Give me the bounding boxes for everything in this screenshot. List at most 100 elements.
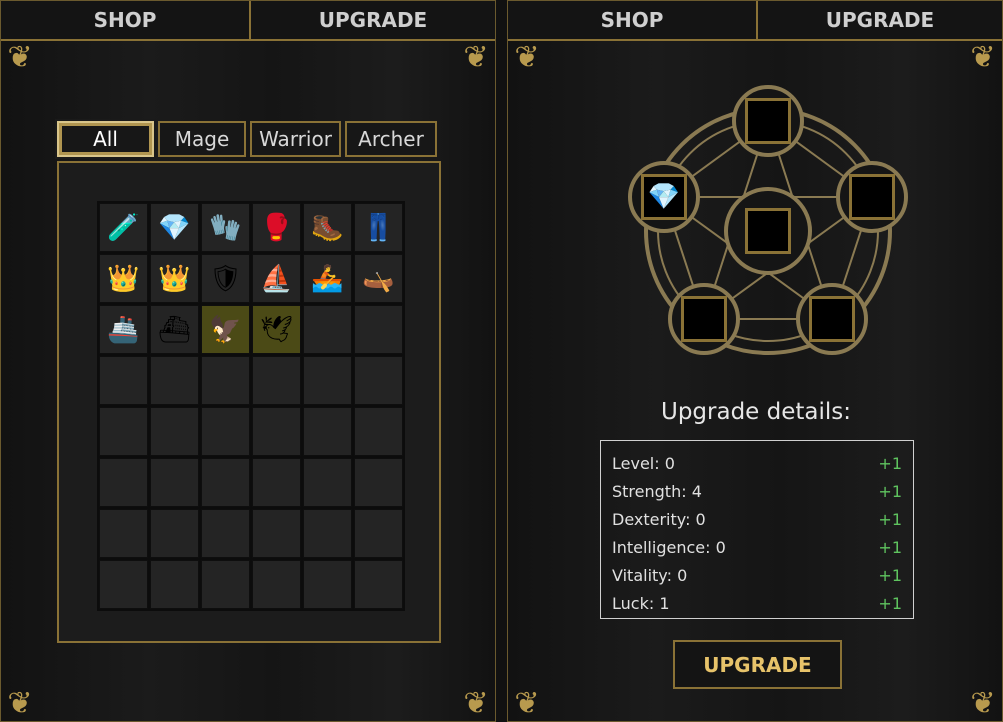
diamond-ore-icon: 💎 xyxy=(647,182,681,212)
filter-mage[interactable]: Mage xyxy=(158,121,246,157)
inventory-slot-item[interactable]: ⛵ xyxy=(252,254,301,303)
upgrade-slot-bottom-left[interactable] xyxy=(681,296,727,342)
filter-archer[interactable]: Archer xyxy=(345,121,437,157)
inventory-slot-empty[interactable] xyxy=(303,305,352,354)
upgrade-slot-top[interactable] xyxy=(745,98,791,144)
inventory-slot-empty[interactable] xyxy=(201,356,250,405)
stat-bonus: +1 xyxy=(878,453,902,473)
inventory-slot-empty[interactable] xyxy=(252,560,301,609)
green-glove-icon: 🧤 xyxy=(209,212,242,243)
shop-panel: SHOP UPGRADE ❦ ❦ ❦ ❦ All Mage Warrior Ar… xyxy=(0,0,496,722)
inventory-slot-empty[interactable] xyxy=(150,560,199,609)
stat-row: Dexterity: 0 +1 xyxy=(612,505,902,533)
inventory-slot-item[interactable]: 🦅 xyxy=(201,305,250,354)
inventory-slot-empty[interactable] xyxy=(99,509,148,558)
inventory-slot-empty[interactable] xyxy=(201,509,250,558)
upgrade-panel: SHOP UPGRADE ❦ ❦ ❦ ❦ 💎 🗡 Upgrade details… xyxy=(507,0,1003,722)
filter-all[interactable]: All xyxy=(55,119,156,159)
stat-row: Vitality: 0 +1 xyxy=(612,561,902,589)
inventory-slot-empty[interactable] xyxy=(303,458,352,507)
upgrade-slot-bottom-right[interactable] xyxy=(809,296,855,342)
inventory-slot-empty[interactable] xyxy=(354,356,403,405)
inventory-slot-empty[interactable] xyxy=(303,407,352,456)
inventory-slot-empty[interactable] xyxy=(99,458,148,507)
inventory-slot-item[interactable]: 🕊 xyxy=(252,305,301,354)
inventory-slot-empty[interactable] xyxy=(303,509,352,558)
stat-bonus: +1 xyxy=(878,509,902,529)
canoe-icon: 🛶 xyxy=(362,263,395,294)
inventory-slot-empty[interactable] xyxy=(252,458,301,507)
stat-row: Intelligence: 0 +1 xyxy=(612,533,902,561)
corner-ornament-icon: ❦ xyxy=(514,40,540,75)
inventory-slot-empty[interactable] xyxy=(354,407,403,456)
diamond-ore-icon: 💎 xyxy=(158,212,191,243)
inventory-slot-item[interactable]: 👑 xyxy=(99,254,148,303)
inventory-slot-empty[interactable] xyxy=(354,560,403,609)
red-wings-icon: 🦅 xyxy=(209,314,242,345)
inventory-slot-empty[interactable] xyxy=(354,458,403,507)
filter-warrior[interactable]: Warrior xyxy=(250,121,341,157)
tab-shop[interactable]: SHOP xyxy=(1,1,251,39)
wooden-shield-icon: 🛡 xyxy=(208,263,242,294)
tab-upgrade[interactable]: UPGRADE xyxy=(758,1,1002,39)
inventory-slot-empty[interactable] xyxy=(201,458,250,507)
stat-label: Level: 0 xyxy=(612,453,675,473)
tab-shop[interactable]: SHOP xyxy=(508,1,758,39)
upgrade-slot-center[interactable]: 🗡 xyxy=(745,208,791,254)
stat-row: Strength: 4 +1 xyxy=(612,477,902,505)
corner-ornament-icon: ❦ xyxy=(514,686,540,721)
inventory-slot-empty[interactable] xyxy=(354,509,403,558)
inventory-slot-empty[interactable] xyxy=(354,305,403,354)
inventory-frame: 🧪 💎 🧤 🥊 🥾 👖 👑 👑 🛡 ⛵ 🚣 🛶 🚢 ⛴ 🦅 🕊 xyxy=(57,161,441,643)
inventory-slot-empty[interactable] xyxy=(252,356,301,405)
stat-label: Strength: 4 xyxy=(612,481,702,501)
inventory-slot-item[interactable]: 🥾 xyxy=(303,203,352,252)
inventory-slot-empty[interactable] xyxy=(150,509,199,558)
rowboat-icon: 🚣 xyxy=(311,263,344,294)
jeweled-crown-icon: 👑 xyxy=(158,263,191,294)
inventory-slot-empty[interactable] xyxy=(150,458,199,507)
small-boat-icon: ⛵ xyxy=(260,263,293,294)
sword-icon: 🗡 xyxy=(751,216,785,246)
galleon-icon: 🚢 xyxy=(107,314,140,345)
inventory-slot-item[interactable]: 🛶 xyxy=(354,254,403,303)
inventory-slot-empty[interactable] xyxy=(201,407,250,456)
upgrade-button[interactable]: UPGRADE xyxy=(673,640,842,689)
inventory-slot-empty[interactable] xyxy=(201,560,250,609)
stat-label: Luck: 1 xyxy=(612,593,670,613)
stat-bonus: +1 xyxy=(878,481,902,501)
inventory-slot-item[interactable]: 🥊 xyxy=(252,203,301,252)
inventory-slot-item[interactable]: 👖 xyxy=(354,203,403,252)
corner-ornament-icon: ❦ xyxy=(463,686,489,721)
inventory-slot-empty[interactable] xyxy=(303,356,352,405)
inventory-slot-empty[interactable] xyxy=(150,356,199,405)
inventory-slot-empty[interactable] xyxy=(150,407,199,456)
inventory-slot-empty[interactable] xyxy=(252,407,301,456)
inventory-slot-item[interactable]: 🧪 xyxy=(99,203,148,252)
class-filter-tabs: All Mage Warrior Archer xyxy=(55,119,437,159)
inventory-slot-empty[interactable] xyxy=(99,560,148,609)
inventory-slot-empty[interactable] xyxy=(252,509,301,558)
stat-bonus: +1 xyxy=(878,593,902,613)
upgrade-details-title: Upgrade details: xyxy=(660,399,852,425)
inventory-slot-item[interactable]: 💎 xyxy=(150,203,199,252)
upgrade-slot-right[interactable] xyxy=(849,174,895,220)
inventory-slot-item[interactable]: 🧤 xyxy=(201,203,250,252)
inventory-slot-item[interactable]: 🚣 xyxy=(303,254,352,303)
inventory-slot-item[interactable]: 👑 xyxy=(150,254,199,303)
inventory-slot-item[interactable]: ⛴ xyxy=(150,305,199,354)
gauntlet-icon: 🥊 xyxy=(260,212,293,243)
tab-upgrade[interactable]: UPGRADE xyxy=(251,1,495,39)
corner-ornament-icon: ❦ xyxy=(7,686,33,721)
inventory-slot-item[interactable]: 🚢 xyxy=(99,305,148,354)
inventory-slot-empty[interactable] xyxy=(303,560,352,609)
inventory-slot-item[interactable]: 🛡 xyxy=(201,254,250,303)
warship-icon: ⛴ xyxy=(157,314,191,345)
inventory-slot-empty[interactable] xyxy=(99,407,148,456)
red-potion-icon: 🧪 xyxy=(107,212,140,243)
stat-label: Intelligence: 0 xyxy=(612,537,726,557)
item-grid: 🧪 💎 🧤 🥊 🥾 👖 👑 👑 🛡 ⛵ 🚣 🛶 🚢 ⛴ 🦅 🕊 xyxy=(97,201,405,611)
stat-label: Vitality: 0 xyxy=(612,565,688,585)
upgrade-slot-left[interactable]: 💎 xyxy=(641,174,687,220)
inventory-slot-empty[interactable] xyxy=(99,356,148,405)
